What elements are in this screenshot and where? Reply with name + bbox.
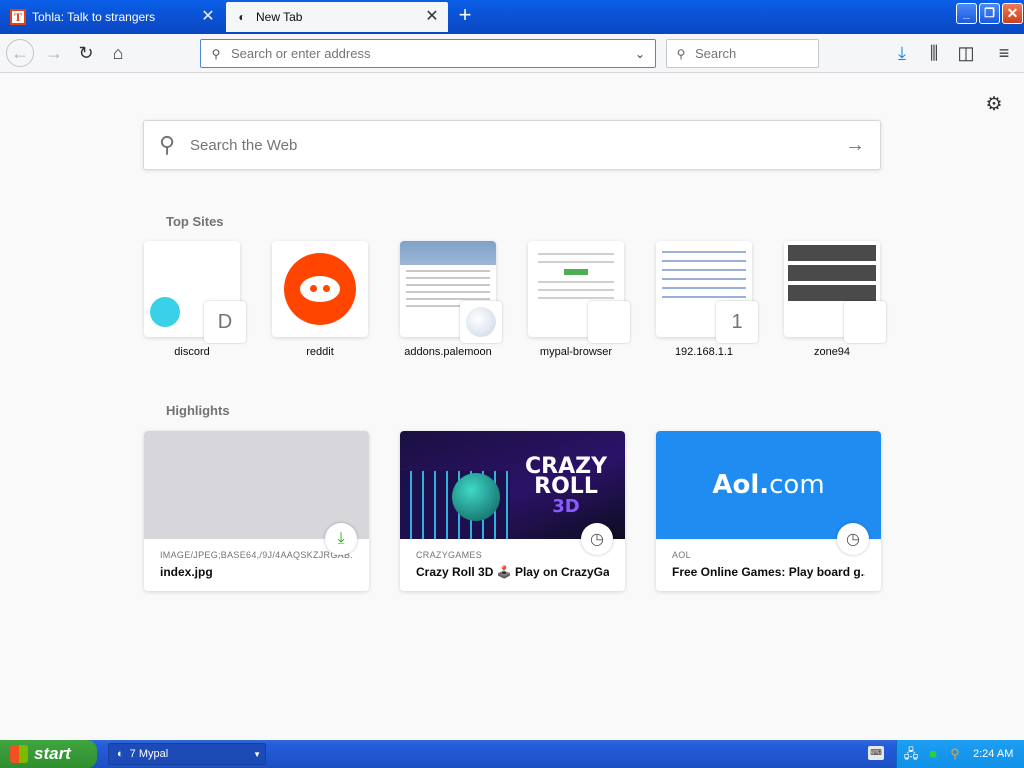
card-title: Crazy Roll 3D 🕹️ Play on CrazyGa... (416, 565, 609, 579)
reload-button[interactable]: ↻ (72, 39, 100, 67)
card-source: CRAZYGAMES (416, 550, 483, 560)
top-site-palemoon[interactable]: addons.palemoon (400, 241, 502, 358)
reddit-logo-icon (284, 253, 356, 325)
tab-close-icon[interactable]: ✕ (200, 9, 216, 25)
thumbnail-text: IMAGINE A PLACE... (188, 269, 240, 291)
back-arrow-icon: ← (11, 42, 29, 63)
crazy-roll-logo: CRAZY ROLL 3D (525, 454, 607, 517)
sidebar-button[interactable]: ◫ (952, 39, 980, 67)
start-label: start (34, 744, 71, 763)
site-label: discord (174, 346, 210, 358)
web-search-box[interactable]: ⚲ → (143, 120, 881, 170)
search-tray-icon[interactable]: ⚲ (947, 746, 963, 762)
forward-arrow-icon: → (45, 42, 63, 63)
aol-logo: Aol.com (712, 470, 825, 500)
tab-close-icon[interactable]: ✕ (424, 9, 440, 25)
card-source: IMAGE/JPEG;BASE64,/9J/4AAQSKZJRGAB... (160, 550, 353, 560)
tohla-t-icon: T (10, 9, 26, 25)
site-label: reddit (306, 346, 334, 358)
taskbar-item-mypal[interactable]: ◐ 7 Mypal ▼ (108, 743, 266, 765)
palemoon-icon: ◐ (117, 748, 124, 760)
back-button[interactable]: ← (6, 39, 34, 67)
tab-title: Tohla: Talk to strangers (32, 10, 156, 24)
site-letter-badge: 1 (716, 301, 758, 343)
close-window-button[interactable]: ✕ (1002, 3, 1023, 24)
reload-icon: ↻ (78, 42, 94, 63)
moon-icon (466, 307, 496, 337)
navigation-toolbar: ← → ↻ ⌂ ⚲ ⌄ ⚲ ⤓ ⫼ ◫ ≡ (0, 34, 1024, 73)
web-search-input[interactable] (190, 136, 830, 154)
clock-icon: ◷ (581, 523, 613, 555)
sidebar-icon: ◫ (957, 42, 975, 63)
clock: 2:24 AM (973, 748, 1014, 760)
site-badge (588, 301, 630, 343)
highlight-card-crazygames[interactable]: CRAZY ROLL 3D ◷ CRAZYGAMES Crazy Roll 3D… (400, 431, 625, 591)
downloads-button[interactable]: ⤓ (888, 39, 916, 67)
chevron-down-icon: ▼ (253, 749, 261, 759)
maximize-button[interactable]: ❐ (979, 3, 1000, 24)
address-bar[interactable]: ⚲ ⌄ (200, 39, 656, 68)
search-icon: ⚲ (211, 46, 221, 61)
highlight-card-index[interactable]: ⤓ IMAGE/JPEG;BASE64,/9J/4AAQSKZJRGAB... … (144, 431, 369, 591)
card-title: Free Online Games: Play board g... (672, 565, 865, 579)
home-icon: ⌂ (112, 42, 124, 63)
pong-icon (844, 301, 886, 343)
taskbar: start ◐ 7 Mypal ▼ ⌨ 🖧 ■ ⚲ 2:24 AM (0, 740, 1024, 768)
home-button[interactable]: ⌂ (104, 39, 132, 67)
clock-icon: ◷ (837, 523, 869, 555)
green-square-icon[interactable]: ■ (925, 746, 941, 762)
library-button[interactable]: ⫼ (920, 39, 948, 67)
download-icon: ⤓ (325, 523, 357, 555)
top-site-reddit[interactable]: reddit (272, 241, 368, 358)
palemoon-icon: ◐ (238, 10, 246, 24)
top-site-mypal[interactable]: mypal-browser (528, 241, 630, 358)
search-bar[interactable]: ⚲ (666, 39, 819, 68)
top-site-discord[interactable]: IMAGINE A PLACE... D discord (144, 241, 246, 358)
palemoon-badge (460, 301, 502, 343)
gear-icon[interactable]: ⚙ (983, 93, 1005, 115)
tab-title: New Tab (256, 10, 303, 24)
site-label: addons.palemoon (404, 346, 492, 358)
download-icon: ⤓ (898, 42, 906, 63)
keyboard-icon[interactable]: ⌨ (868, 746, 884, 760)
menu-button[interactable]: ≡ (990, 39, 1018, 67)
new-tab-page: ⚙ ⚲ → Top Sites IMAGINE A PLACE... D dis… (0, 74, 1024, 740)
top-sites-title: Top Sites (166, 214, 224, 229)
network-icon[interactable]: 🖧 (903, 746, 919, 762)
card-source: AOL (672, 550, 691, 560)
url-input[interactable] (231, 46, 625, 61)
search-icon: ⚲ (158, 132, 176, 157)
site-label: mypal-browser (539, 346, 613, 358)
hamburger-menu-icon: ≡ (998, 42, 1010, 63)
minimize-button[interactable]: _ (956, 3, 977, 24)
search-input[interactable] (695, 46, 805, 61)
library-icon: ⫼ (929, 42, 939, 63)
site-thumbnail (272, 241, 368, 337)
system-tray: 🖧 ■ ⚲ 2:24 AM (896, 740, 1024, 768)
site-label: 192.168.1.1 (674, 346, 734, 358)
tab-new-tab[interactable]: ◐ New Tab ✕ (226, 2, 448, 32)
top-site-zone94[interactable]: zone94 (784, 241, 886, 358)
site-letter-badge: D (204, 301, 246, 343)
highlights-title: Highlights (166, 403, 230, 418)
arrow-right-icon[interactable]: → (830, 134, 880, 157)
top-site-router[interactable]: 1 192.168.1.1 (656, 241, 758, 358)
title-bar: T Tohla: Talk to strangers ✕ ◐ New Tab ✕… (0, 0, 1024, 34)
start-button[interactable]: start (0, 740, 97, 768)
site-label: zone94 (813, 346, 851, 358)
tab-tohla[interactable]: T Tohla: Talk to strangers ✕ (2, 2, 224, 32)
search-icon: ⚲ (676, 46, 686, 61)
new-tab-button[interactable]: + (452, 4, 478, 28)
chevron-down-icon[interactable]: ⌄ (625, 47, 655, 61)
highlight-card-aol[interactable]: Aol.com ◷ AOL Free Online Games: Play bo… (656, 431, 881, 591)
ball-icon (452, 473, 500, 521)
task-label: 7 Mypal (129, 748, 169, 760)
card-title: index.jpg (160, 565, 213, 579)
forward-button[interactable]: → (40, 39, 68, 67)
windows-logo-icon (10, 745, 28, 763)
